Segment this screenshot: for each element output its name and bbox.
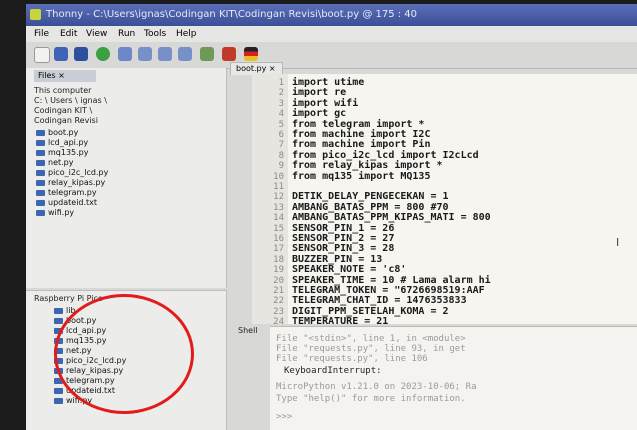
line-number: 11 — [273, 182, 284, 192]
shell-line: File "requests.py", line 106 — [276, 354, 428, 364]
line-number: 12 — [273, 192, 284, 203]
code-line: DETIK_DELAY_PENGECEKAN = 1 — [292, 191, 449, 203]
title-bar: Thonny - C:\Users\ignas\Codingan KIT\Cod… — [26, 4, 637, 26]
line-number: 8 — [278, 150, 284, 161]
line-number: 13 — [273, 202, 284, 213]
local-file-item[interactable]: mq135.py — [36, 148, 89, 158]
line-number: 14 — [273, 213, 284, 224]
path-line-2[interactable]: Codingan KIT \ — [34, 106, 92, 115]
folder-icon — [54, 308, 63, 314]
local-file-item[interactable]: boot.py — [36, 128, 78, 138]
shell-line: MicroPython v1.21.0 on 2023-10-06; Ra — [276, 382, 477, 392]
shell-line: File "requests.py", line 93, in get — [276, 344, 466, 354]
menu-edit[interactable]: Edit — [60, 26, 77, 42]
line-number: 23 — [273, 306, 284, 317]
stop-icon[interactable] — [222, 47, 236, 61]
resume-icon[interactable] — [200, 47, 214, 61]
step-into-icon[interactable] — [158, 47, 172, 61]
line-number: 15 — [273, 223, 284, 234]
python-file-icon — [36, 190, 45, 196]
code-line: AMBANG_BATAS_PPM_KIPAS_MATI = 800 — [292, 212, 491, 224]
line-number: 4 — [278, 109, 284, 120]
python-file-icon — [36, 160, 45, 166]
code-line: from machine import Pin — [292, 139, 431, 151]
code-line: import gc — [292, 108, 347, 120]
window-title: Thonny - C:\Users\ignas\Codingan KIT\Cod… — [46, 9, 418, 20]
line-number: 22 — [273, 296, 284, 307]
step-out-icon[interactable] — [178, 47, 192, 61]
line-number: 1 — [278, 78, 284, 88]
path-line-1[interactable]: C: \ Users \ ignas \ — [34, 96, 107, 105]
local-file-item[interactable]: relay_kipas.py — [36, 178, 105, 188]
local-file-item[interactable]: pico_i2c_lcd.py — [36, 168, 108, 178]
python-file-icon — [36, 180, 45, 186]
menu-file[interactable]: File — [34, 26, 49, 42]
code-line: TELEGRAM_CHAT_ID = 1476353833 — [292, 295, 467, 307]
menu-help[interactable]: Help — [176, 26, 197, 42]
line-number: 7 — [278, 140, 284, 151]
shell-line: Type "help()" for more information. — [276, 394, 466, 404]
line-number: 18 — [273, 254, 284, 265]
python-file-icon — [36, 170, 45, 176]
shell-line: File "<stdin>", line 1, in <module> — [276, 334, 466, 344]
menu-view[interactable]: View — [86, 26, 107, 42]
flag-icon[interactable] — [244, 47, 258, 61]
local-file-item[interactable]: lcd_api.py — [36, 138, 88, 148]
new-file-icon[interactable] — [34, 47, 50, 63]
local-file-item[interactable]: wifi.py — [36, 208, 74, 218]
toolbar — [26, 42, 637, 69]
save-icon[interactable] — [74, 47, 88, 61]
shell-line: >>> — [276, 412, 293, 422]
line-number: 19 — [273, 265, 284, 276]
menu-bar: File Edit View Run Tools Help — [26, 26, 637, 42]
open-file-icon[interactable] — [54, 47, 68, 61]
line-number: 20 — [273, 275, 284, 286]
text-file-icon — [54, 388, 63, 394]
menu-tools[interactable]: Tools — [144, 26, 166, 42]
tab-files[interactable]: Files × — [34, 70, 96, 82]
path-line-3[interactable]: Codingan Revisi — [34, 116, 98, 125]
python-file-icon — [36, 150, 45, 156]
menu-run[interactable]: Run — [118, 26, 135, 42]
shell-tab[interactable]: Shell — [238, 326, 258, 335]
thonny-logo-icon — [30, 9, 41, 20]
python-file-icon — [36, 210, 45, 216]
local-file-item[interactable]: net.py — [36, 158, 73, 168]
section-this-computer: This computer — [34, 86, 92, 95]
python-file-icon — [54, 318, 63, 324]
debug-icon[interactable] — [118, 47, 132, 61]
line-number: 6 — [278, 130, 284, 140]
run-icon[interactable] — [96, 47, 110, 61]
text-cursor-icon: I — [616, 236, 620, 249]
code-line: from mq135 import MQ135 — [292, 170, 431, 182]
local-file-item[interactable]: telegram.py — [36, 188, 97, 198]
code-line: SENSOR_PIN_3 = 28 — [292, 243, 395, 255]
line-number: 16 — [273, 234, 284, 244]
highlight-circle — [54, 294, 194, 414]
line-number: 21 — [273, 286, 284, 296]
code-line: from relay_kipas import * — [292, 160, 443, 172]
line-number: 3 — [278, 98, 284, 109]
line-number: 17 — [273, 244, 284, 255]
code-line: import re — [292, 87, 347, 99]
python-file-icon — [54, 398, 63, 404]
line-number: 5 — [278, 119, 284, 130]
line-number: 2 — [278, 88, 284, 99]
line-number: 10 — [273, 171, 284, 182]
text-file-icon — [36, 200, 45, 206]
python-file-icon — [36, 140, 45, 146]
step-over-icon[interactable] — [138, 47, 152, 61]
python-file-icon — [36, 130, 45, 136]
local-file-item[interactable]: updateid.txt — [36, 198, 97, 208]
line-number: 9 — [278, 161, 284, 172]
code-line: SPEAKER_NOTE = 'c8' — [292, 264, 407, 276]
shell-line: KeyboardInterrupt: — [284, 366, 382, 376]
thonny-window: Thonny - C:\Users\ignas\Codingan KIT\Cod… — [26, 4, 637, 430]
